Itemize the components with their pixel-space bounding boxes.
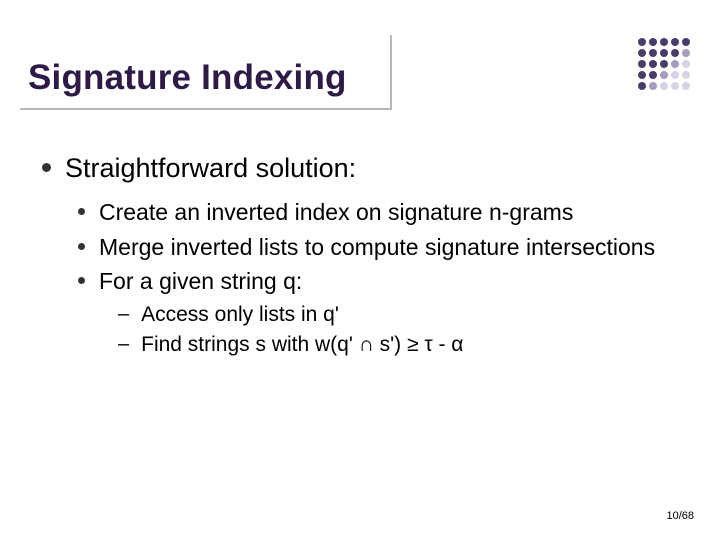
slide-body: Straightforward solution: Create an inve…: [42, 152, 680, 363]
bullet-icon: [78, 277, 85, 284]
bullet-level3: – Find strings s with w(q' ∩ s') ≥ τ - α: [118, 332, 680, 358]
divider-horizontal: [20, 108, 390, 110]
page-number: 10/68: [666, 510, 694, 522]
divider-vertical: [390, 35, 392, 110]
bullet-text: Access only lists in q': [141, 302, 339, 328]
decor-dot-grid: [638, 38, 690, 90]
dash-icon: –: [118, 333, 129, 356]
level3-group: – Access only lists in q' – Find strings…: [118, 302, 680, 359]
bullet-icon: [42, 163, 51, 172]
bullet-text: For a given string q:: [99, 267, 302, 296]
bullet-text: Find strings s with w(q' ∩ s') ≥ τ - α: [141, 332, 463, 358]
bullet-level1: Straightforward solution:: [42, 152, 680, 186]
dash-icon: –: [118, 303, 129, 326]
bullet-level3: – Access only lists in q': [118, 302, 680, 328]
slide: Signature Indexing Straightforward solut…: [0, 0, 720, 540]
bullet-level2: For a given string q:: [78, 267, 680, 296]
slide-title: Signature Indexing: [28, 58, 347, 98]
bullet-icon: [78, 243, 85, 250]
bullet-level2: Merge inverted lists to compute signatur…: [78, 233, 680, 262]
bullet-text: Create an inverted index on signature n-…: [99, 198, 573, 227]
bullet-text: Straightforward solution:: [65, 152, 356, 186]
bullet-icon: [78, 208, 85, 215]
level2-group: Create an inverted index on signature n-…: [78, 198, 680, 359]
bullet-level2: Create an inverted index on signature n-…: [78, 198, 680, 227]
bullet-text: Merge inverted lists to compute signatur…: [99, 233, 655, 262]
